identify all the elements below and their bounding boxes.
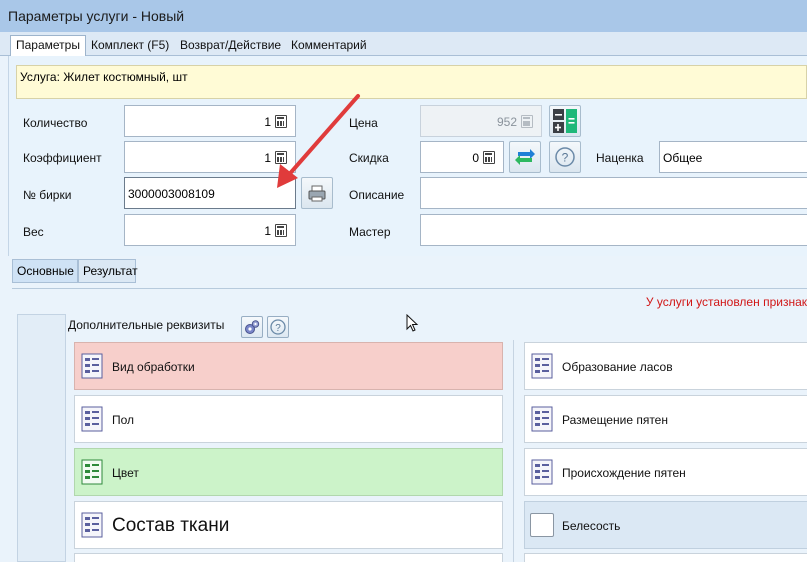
tag-number-field[interactable]: 3000003008109	[124, 177, 296, 209]
list-icon	[531, 353, 553, 379]
prop-card-label: Образование ласов	[562, 360, 673, 374]
svg-text:?: ?	[562, 151, 569, 165]
print-tag-button[interactable]	[301, 177, 333, 209]
window-titlebar: Параметры услуги - Новый	[0, 0, 807, 32]
help-icon: ?	[555, 147, 575, 167]
list-icon	[81, 512, 103, 538]
tab-comment[interactable]: Комментарий	[286, 36, 372, 56]
prop-card-label: Размещение пятен	[562, 413, 668, 427]
props-help-button[interactable]: ?	[267, 316, 289, 338]
quantity-field[interactable]: 1	[124, 105, 296, 137]
divider	[12, 288, 807, 289]
list-icon	[531, 459, 553, 485]
prop-card-label: Состав ткани	[112, 515, 230, 536]
tab-kit[interactable]: Комплект (F5)	[86, 36, 174, 56]
price-field: 952	[420, 105, 542, 137]
subtab-main[interactable]: Основные	[12, 259, 78, 283]
svg-text:?: ?	[275, 323, 281, 334]
left-panel-strip	[17, 314, 66, 562]
coefficient-value: 1	[264, 151, 271, 165]
master-label: Мастер	[349, 225, 391, 239]
price-value: 952	[496, 115, 517, 129]
prop-card-color[interactable]: Цвет	[74, 448, 503, 496]
prop-card-label: Белесость	[562, 519, 621, 533]
prop-card-stain-placement[interactable]: Размещение пятен	[524, 395, 807, 443]
description-field[interactable]	[420, 177, 807, 209]
prop-card-gender[interactable]: Пол	[74, 395, 503, 443]
prop-card-lasy[interactable]: Образование ласов	[524, 342, 807, 390]
mouse-cursor-icon	[406, 314, 419, 332]
service-notice: У услуги установлен признак	[645, 295, 807, 309]
tab-return[interactable]: Возврат/Действие	[175, 36, 286, 56]
calculator-icon[interactable]	[483, 151, 495, 164]
weight-field[interactable]: 1	[124, 214, 296, 246]
prop-card-fabric-composition[interactable]: Состав ткани	[74, 501, 503, 549]
prop-card-next-right[interactable]	[524, 553, 807, 562]
calculator-icon[interactable]	[275, 151, 287, 164]
prop-card-label: Вид обработки	[112, 360, 195, 374]
prop-card-whiteness[interactable]: Белесость	[524, 501, 807, 549]
markup-value: Общее	[663, 151, 703, 165]
prop-card-label: Происхождение пятен	[562, 466, 686, 480]
master-field[interactable]	[420, 214, 807, 246]
prop-card-label: Цвет	[112, 466, 139, 480]
checkbox-icon[interactable]	[530, 513, 554, 537]
tag-label: № бирки	[23, 188, 72, 202]
weight-label: Вес	[23, 225, 44, 239]
weight-value: 1	[264, 224, 271, 238]
quantity-label: Количество	[23, 116, 88, 130]
prop-card-processing-type[interactable]: Вид обработки	[74, 342, 503, 390]
coefficient-field[interactable]: 1	[124, 141, 296, 173]
additional-props-title: Дополнительные реквизиты	[68, 318, 225, 332]
quantity-value: 1	[264, 115, 271, 129]
subtab-result[interactable]: Результат	[78, 259, 138, 283]
discount-label: Скидка	[349, 151, 389, 165]
prop-card-label: Пол	[112, 413, 135, 427]
list-icon	[531, 406, 553, 432]
discount-apply-button[interactable]	[509, 141, 541, 173]
help-icon: ?	[270, 319, 286, 335]
window-title: Параметры услуги - Новый	[8, 8, 185, 24]
gears-icon	[245, 320, 260, 334]
refresh-icon	[515, 149, 535, 165]
markup-field[interactable]: Общее	[659, 141, 807, 173]
markup-label: Наценка	[596, 151, 644, 165]
service-banner: Услуга: Жилет костюмный, шт	[16, 65, 807, 99]
top-tabs: Параметры Комплект (F5) Возврат/Действие…	[0, 32, 807, 57]
tab-parameters[interactable]: Параметры	[10, 35, 86, 57]
prop-card-next[interactable]	[74, 553, 503, 562]
coefficient-label: Коэффициент	[23, 151, 102, 165]
discount-help-button[interactable]: ?	[549, 141, 581, 173]
calculator-icon[interactable]	[275, 224, 287, 237]
tag-number-value: 3000003008109	[128, 187, 215, 201]
calculator-icon	[521, 115, 533, 128]
price-label: Цена	[349, 116, 378, 130]
description-label: Описание	[349, 188, 405, 202]
calculator-button[interactable]	[549, 105, 581, 137]
list-icon	[81, 406, 103, 432]
calculator-color-icon	[553, 109, 577, 133]
list-icon	[81, 459, 103, 485]
cards-divider	[513, 340, 514, 562]
list-icon	[81, 353, 103, 379]
discount-value: 0	[472, 151, 479, 165]
printer-icon	[308, 185, 326, 202]
prop-card-stain-origin[interactable]: Происхождение пятен	[524, 448, 807, 496]
calculator-icon[interactable]	[275, 115, 287, 128]
discount-field[interactable]: 0	[420, 141, 504, 173]
props-settings-button[interactable]	[241, 316, 263, 338]
